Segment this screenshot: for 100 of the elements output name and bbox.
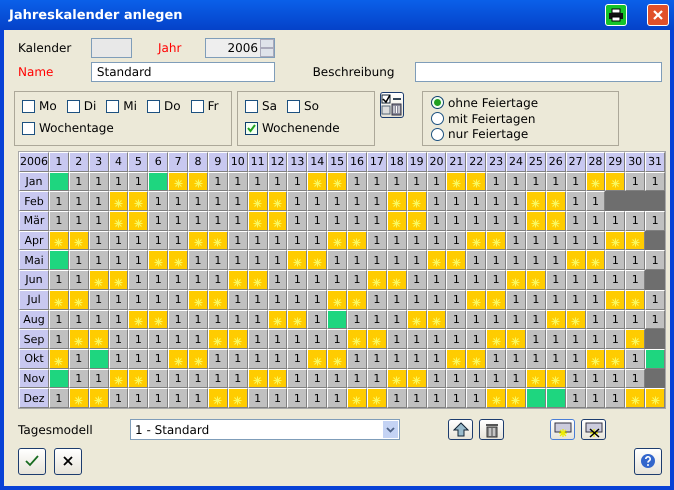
day-cell[interactable]: 1: [108, 250, 128, 270]
weekend-cell[interactable]: [208, 388, 228, 408]
day-cell[interactable]: 1: [406, 172, 427, 192]
day-cell[interactable]: 1: [486, 310, 506, 330]
weekend-cell[interactable]: [268, 310, 288, 330]
day-cell[interactable]: 1: [208, 191, 228, 212]
day-cell[interactable]: 1: [386, 310, 407, 330]
day-cell[interactable]: 1: [506, 348, 526, 369]
day-cell[interactable]: 1: [108, 388, 128, 408]
day-cell[interactable]: 1: [168, 230, 188, 250]
weekend-cell[interactable]: [68, 388, 89, 408]
weekend-cell[interactable]: [546, 310, 566, 330]
day-cell[interactable]: 1: [108, 172, 128, 192]
day-cell[interactable]: 1: [287, 329, 308, 349]
day-cell[interactable]: 1: [625, 250, 646, 270]
day-cell[interactable]: 1: [406, 388, 427, 408]
day-cell[interactable]: 1: [586, 211, 606, 231]
weekend-cell[interactable]: [466, 290, 486, 310]
day-cell[interactable]: 1: [466, 270, 486, 290]
weekend-cell[interactable]: [347, 329, 367, 349]
day-cell[interactable]: 1: [148, 270, 168, 290]
day-cell[interactable]: 1: [426, 230, 446, 250]
day-cell[interactable]: 1: [287, 348, 308, 369]
day-cell[interactable]: 1: [466, 368, 486, 388]
weekend-cell[interactable]: [347, 230, 367, 250]
day-cell[interactable]: 1: [327, 329, 348, 349]
day-cell[interactable]: 1: [566, 191, 586, 212]
day-cell[interactable]: 1: [486, 211, 506, 231]
holiday-radio[interactable]: ohne Feiertage: [431, 95, 610, 111]
weekend-cell[interactable]: [307, 250, 328, 270]
weekend-cell[interactable]: [49, 290, 69, 310]
day-cell[interactable]: 1: [446, 388, 466, 408]
close-button[interactable]: [647, 4, 669, 26]
day-cell[interactable]: 1: [566, 172, 586, 192]
weekend-cell[interactable]: [605, 290, 626, 310]
day-cell[interactable]: 1: [268, 270, 288, 290]
beschreibung-field[interactable]: [415, 62, 662, 82]
day-cell[interactable]: 1: [168, 211, 188, 231]
day-cell[interactable]: 1: [188, 310, 208, 330]
cancel-button[interactable]: [54, 448, 82, 475]
day-cell[interactable]: 1: [366, 310, 387, 330]
day-cell[interactable]: 1: [566, 290, 586, 310]
weekend-cell[interactable]: [446, 172, 466, 192]
day-cell[interactable]: 1: [506, 368, 526, 388]
day-cell[interactable]: 1: [366, 211, 387, 231]
day-cell[interactable]: 1: [49, 329, 69, 349]
day-cell[interactable]: 1: [128, 230, 148, 250]
day-cell[interactable]: 1: [49, 388, 69, 408]
weekend-cell[interactable]: [248, 368, 268, 388]
wochentage-checkbox[interactable]: Wochentage: [22, 120, 224, 136]
weekday-checkbox[interactable]: Mo: [22, 98, 57, 114]
day-cell[interactable]: 1: [327, 270, 348, 290]
day-cell[interactable]: 1: [88, 211, 109, 231]
weekend-cell[interactable]: [307, 348, 328, 369]
day-cell[interactable]: 1: [446, 270, 466, 290]
weekend-cell[interactable]: [486, 290, 506, 310]
day-cell[interactable]: 1: [188, 329, 208, 349]
weekend-cell[interactable]: [366, 329, 387, 349]
day-cell[interactable]: 1: [625, 348, 646, 369]
holiday-cell[interactable]: [49, 172, 69, 192]
day-cell[interactable]: 1: [645, 290, 665, 310]
print-button[interactable]: [605, 4, 627, 26]
day-cell[interactable]: 1: [586, 388, 606, 408]
day-cell[interactable]: 1: [486, 368, 506, 388]
weekend-cell[interactable]: [625, 230, 646, 250]
weekend-cell[interactable]: [208, 290, 228, 310]
day-cell[interactable]: 1: [446, 191, 466, 212]
weekend-cell[interactable]: [128, 310, 148, 330]
day-cell[interactable]: 1: [486, 270, 506, 290]
day-cell[interactable]: 1: [426, 348, 446, 369]
day-cell[interactable]: 1: [268, 230, 288, 250]
day-cell[interactable]: 1: [168, 368, 188, 388]
weekend-cell[interactable]: [208, 230, 228, 250]
day-cell[interactable]: 1: [287, 388, 308, 408]
weekend-cell[interactable]: [88, 329, 109, 349]
weekend-cell[interactable]: [406, 211, 427, 231]
weekend-cell[interactable]: [188, 290, 208, 310]
weekend-cell[interactable]: [486, 329, 506, 349]
day-cell[interactable]: 1: [546, 348, 566, 369]
day-cell[interactable]: 1: [268, 388, 288, 408]
day-cell[interactable]: 1: [586, 270, 606, 290]
holiday-cell[interactable]: [49, 250, 69, 270]
holiday-cell[interactable]: [49, 368, 69, 388]
weekend-cell[interactable]: [188, 230, 208, 250]
name-field[interactable]: Standard: [90, 62, 275, 82]
weekday-checkbox[interactable]: Fr: [190, 98, 219, 114]
day-cell[interactable]: 1: [307, 211, 328, 231]
day-cell[interactable]: 1: [466, 388, 486, 408]
weekend-cell[interactable]: [108, 368, 128, 388]
day-cell[interactable]: 1: [228, 211, 248, 231]
day-cell[interactable]: 1: [366, 250, 387, 270]
day-cell[interactable]: 1: [566, 348, 586, 369]
day-cell[interactable]: 1: [347, 310, 367, 330]
day-cell[interactable]: 1: [347, 348, 367, 369]
day-cell[interactable]: 1: [426, 191, 446, 212]
day-cell[interactable]: 1: [446, 230, 466, 250]
holiday-cell[interactable]: [88, 348, 109, 369]
day-cell[interactable]: 1: [228, 310, 248, 330]
weekend-cell[interactable]: [188, 348, 208, 369]
weekend-cell[interactable]: [546, 211, 566, 231]
